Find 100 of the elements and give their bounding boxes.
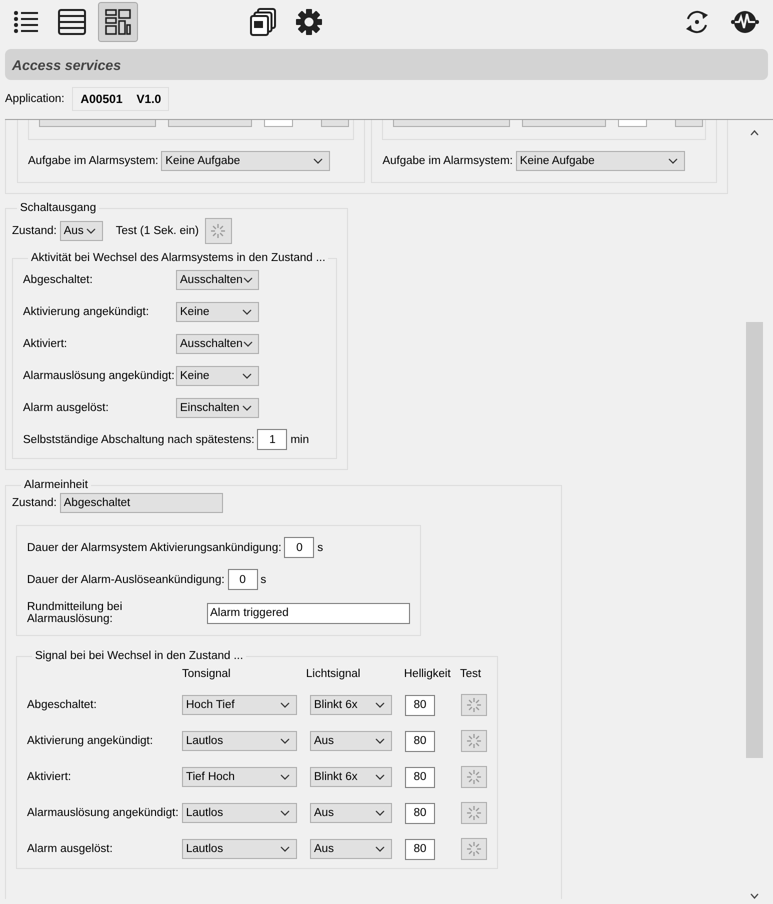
light-dropdown[interactable]: Aus	[310, 839, 392, 859]
group-title: Aktivität bei Wechsel des Alarmsystems in den Zustand ...	[30, 252, 326, 264]
page-title: Access services	[12, 56, 121, 72]
field-label: Abgeschaltet:	[23, 274, 94, 286]
field-label: Rundmitteilung bei Alarmauslösung:	[27, 601, 124, 625]
button[interactable]	[321, 120, 349, 127]
activity-dropdown[interactable]: Ausschalten	[176, 334, 259, 354]
field-label: Zustand:	[12, 497, 57, 509]
field-label: Aktiviert:	[23, 338, 68, 350]
chevron-icon	[86, 228, 96, 234]
number-field[interactable]: 80	[405, 730, 435, 752]
number-field[interactable]: 80	[405, 802, 435, 824]
field-label: Dauer der Alarmsystem Aktivierungsankündigung:	[27, 542, 282, 554]
spinner-icon	[466, 841, 482, 857]
input-field[interactable]	[39, 120, 156, 127]
state-field: Abgeschaltet	[60, 493, 223, 513]
task-dropdown[interactable]: Keine Aufgabe	[516, 151, 685, 171]
dashboard-view-button[interactable]	[98, 2, 138, 42]
input-field[interactable]	[393, 120, 510, 127]
number-field[interactable]: 0	[228, 569, 258, 590]
group-title: Alarmeinheit	[23, 479, 89, 491]
input-field[interactable]	[264, 120, 293, 127]
table-icon	[58, 9, 86, 35]
application-field: A00501 V1.0	[72, 87, 170, 111]
application-label: Application:	[5, 93, 64, 105]
number-field[interactable]: 0	[284, 537, 314, 558]
chevron-icon	[375, 738, 385, 744]
tone-dropdown[interactable]: Hoch Tief	[182, 695, 297, 715]
tone-dropdown[interactable]: Lautlos	[182, 839, 297, 859]
chevron-icon	[375, 774, 385, 780]
chevron-icon	[668, 158, 678, 164]
tone-dropdown[interactable]: Tief Hoch	[182, 767, 297, 787]
field-label: Selbstständige Abschaltung nach spätestens:	[23, 434, 254, 446]
chevron-icon	[375, 702, 385, 708]
text-field[interactable]: Alarm triggered	[207, 602, 410, 624]
list-icon	[12, 10, 40, 34]
field-label: Aufgabe im Alarmsystem:	[382, 155, 513, 167]
field-label: Test (1 Sek. ein)	[116, 225, 199, 237]
chevron-icon	[280, 738, 290, 744]
field-label: Alarmauslösung angekündigt:	[27, 807, 180, 819]
number-field[interactable]: 80	[405, 838, 435, 860]
task-dropdown[interactable]: Keine Aufgabe	[161, 151, 330, 171]
chevron-icon	[313, 158, 324, 164]
column-header: Lichtsignal	[306, 668, 362, 680]
button[interactable]	[675, 120, 704, 127]
chevron-icon	[280, 810, 290, 816]
activity-dropdown[interactable]: Ausschalten	[176, 270, 259, 290]
activity-dropdown[interactable]: Einschalten	[176, 398, 259, 418]
spinner-icon	[466, 805, 482, 821]
chevron-icon	[242, 277, 253, 283]
input-field[interactable]	[168, 120, 252, 127]
test-button[interactable]	[461, 766, 487, 788]
number-field[interactable]: 1	[257, 429, 288, 450]
scroll-up-icon[interactable]	[750, 130, 759, 136]
test-button[interactable]	[461, 694, 487, 716]
column-header: Helligkeit	[404, 668, 452, 680]
spinner-icon	[210, 223, 226, 239]
field-label: Alarm ausgelöst:	[27, 843, 114, 855]
column-header: Test	[460, 668, 482, 680]
pulse-icon[interactable]	[731, 9, 759, 35]
light-dropdown[interactable]: Blinkt 6x	[310, 695, 392, 715]
field-label: Abgeschaltet:	[27, 699, 98, 711]
tone-dropdown[interactable]: Lautlos	[182, 803, 297, 823]
state-dropdown[interactable]: Aus	[60, 221, 103, 241]
unit-label: min	[290, 434, 309, 446]
input-field[interactable]	[522, 120, 606, 127]
test-button[interactable]	[461, 730, 487, 752]
field-label: Alarm ausgelöst:	[23, 402, 110, 414]
field-label: Aufgabe im Alarmsystem:	[28, 155, 158, 167]
unit-label: s	[260, 574, 266, 586]
test-button[interactable]	[204, 218, 232, 244]
spinner-icon	[466, 769, 482, 785]
tone-dropdown[interactable]: Lautlos	[182, 731, 297, 751]
field-label: Dauer der Alarm-Auslöseankündigung:	[27, 574, 225, 586]
chevron-icon	[242, 309, 252, 315]
input-field[interactable]	[618, 120, 648, 127]
test-button[interactable]	[461, 802, 487, 824]
field-label: Alarmauslösung angekündigt:	[23, 370, 176, 382]
light-dropdown[interactable]: Blinkt 6x	[310, 767, 392, 787]
chevron-icon	[375, 846, 385, 852]
field-label: Aktivierung angekündigt:	[27, 735, 154, 747]
light-dropdown[interactable]: Aus	[310, 731, 392, 751]
activity-dropdown[interactable]: Keine	[176, 302, 259, 322]
spinner-icon	[466, 697, 482, 713]
activity-dropdown[interactable]: Keine	[176, 366, 259, 386]
field-label: Zustand:	[12, 225, 57, 237]
light-dropdown[interactable]: Aus	[310, 803, 392, 823]
scroll-down-icon[interactable]	[750, 893, 759, 899]
scrollbar-thumb[interactable]	[746, 322, 763, 758]
spinner-icon	[466, 733, 482, 749]
number-field[interactable]: 80	[405, 694, 435, 716]
windows-icon[interactable]	[250, 8, 276, 36]
settings-icon[interactable]	[296, 9, 322, 35]
chevron-icon	[242, 341, 253, 347]
field-label: Aktiviert:	[27, 771, 72, 783]
chevron-icon	[375, 810, 385, 816]
group-title: Signal bei bei Wechsel in den Zustand ...	[34, 650, 244, 662]
group-title: Schaltausgang	[19, 202, 98, 214]
number-field[interactable]: 80	[405, 766, 435, 788]
test-button[interactable]	[461, 838, 487, 860]
